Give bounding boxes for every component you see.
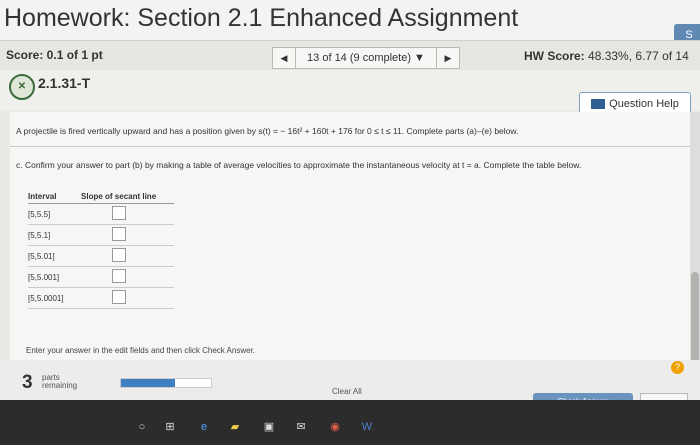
task-view-icon[interactable]: ⊞ [163,420,177,434]
table-row: [5,5.01] [28,245,174,267]
interval-cell: [5,5.01] [28,245,74,267]
part-c-text: c. Confirm your answer to part (b) by ma… [16,160,582,170]
score-row: Score: 0.1 of 1 pt ◀ 13 of 14 (9 complet… [0,40,700,71]
problem-statement: A projectile is fired vertically upward … [16,126,519,136]
help-circle-icon[interactable]: ? [671,361,684,374]
question-navigator: ◀ 13 of 14 (9 complete) ▼ ▶ [272,47,460,69]
table-row: [5,5.0001] [28,287,174,309]
parts-label-line2: remaining [42,381,78,390]
question-id: 2.1.31-T [38,75,91,91]
progress-fill [121,379,175,387]
clear-all-button[interactable]: Clear All [332,387,362,396]
file-explorer-icon[interactable]: ▰ [228,420,242,434]
answer-input[interactable] [111,269,126,283]
question-select-label: 13 of 14 (9 complete) [307,52,411,64]
edge-browser-icon[interactable]: e [197,420,211,434]
answer-input[interactable] [111,290,126,304]
interval-cell: [5,5.1] [28,224,74,246]
hw-score-label: HW Score: [524,49,585,63]
score-text: Score: 0.1 of 1 pt [6,48,103,62]
table-row: [5,5.5] [28,203,174,225]
chrome-browser-icon[interactable]: ◉ [328,420,342,434]
help-list-icon [591,99,606,109]
answer-input[interactable] [111,248,126,262]
progress-bar [120,378,212,388]
scrollbar-thumb[interactable] [691,272,699,372]
parts-remaining-label: parts remaining [42,374,77,390]
title-bar: Homework: Section 2.1 Enhanced Assignmen… [0,0,700,46]
homework-title: Homework: Section 2.1 Enhanced Assignmen… [4,4,519,32]
question-select[interactable]: 13 of 14 (9 complete) ▼ [296,47,436,69]
scrollbar[interactable] [690,112,700,402]
answer-input[interactable] [111,227,126,241]
interval-cell: [5,5.5] [28,203,74,225]
instructions: Enter your answer in the edit fields and… [26,346,256,355]
divider [10,146,700,147]
question-panel: A projectile is fired vertically upward … [10,112,700,402]
hw-score: HW Score: 48.33%, 6.77 of 14 [524,49,689,63]
question-status-icon: ✕ [9,74,35,100]
average-velocity-table: Interval Slope of secant line [5,5.5] [5… [28,190,174,309]
hw-score-value: 48.33%, 6.77 of 14 [588,49,689,63]
interval-cell: [5,5.001] [28,266,74,288]
previous-question-button[interactable]: ◀ [272,47,296,69]
question-id-row: ✕ 2.1.31-T Question Help [0,70,700,116]
interval-cell: [5,5.0001] [28,287,74,309]
store-icon[interactable]: ▣ [262,420,276,434]
table-row: [5,5.001] [28,266,174,288]
table-row: [5,5.1] [28,224,174,246]
next-question-button[interactable]: ▶ [436,47,460,69]
mail-icon[interactable]: ✉ [294,420,308,434]
word-app-icon[interactable]: W [360,420,374,434]
search-circle-icon[interactable]: ○ [135,420,149,434]
parts-remaining-count: 3 [22,372,33,393]
os-taskbar: ○ ⊞ e ▰ ▣ ✉ ◉ W [0,400,700,445]
question-help-label: Question Help [609,98,679,110]
answer-input[interactable] [111,206,126,220]
table-header-slope: Slope of secant line [73,190,174,204]
table-header-interval: Interval [28,190,74,204]
footer: 3 partsremaining Clear All Check Answer … [0,360,700,413]
